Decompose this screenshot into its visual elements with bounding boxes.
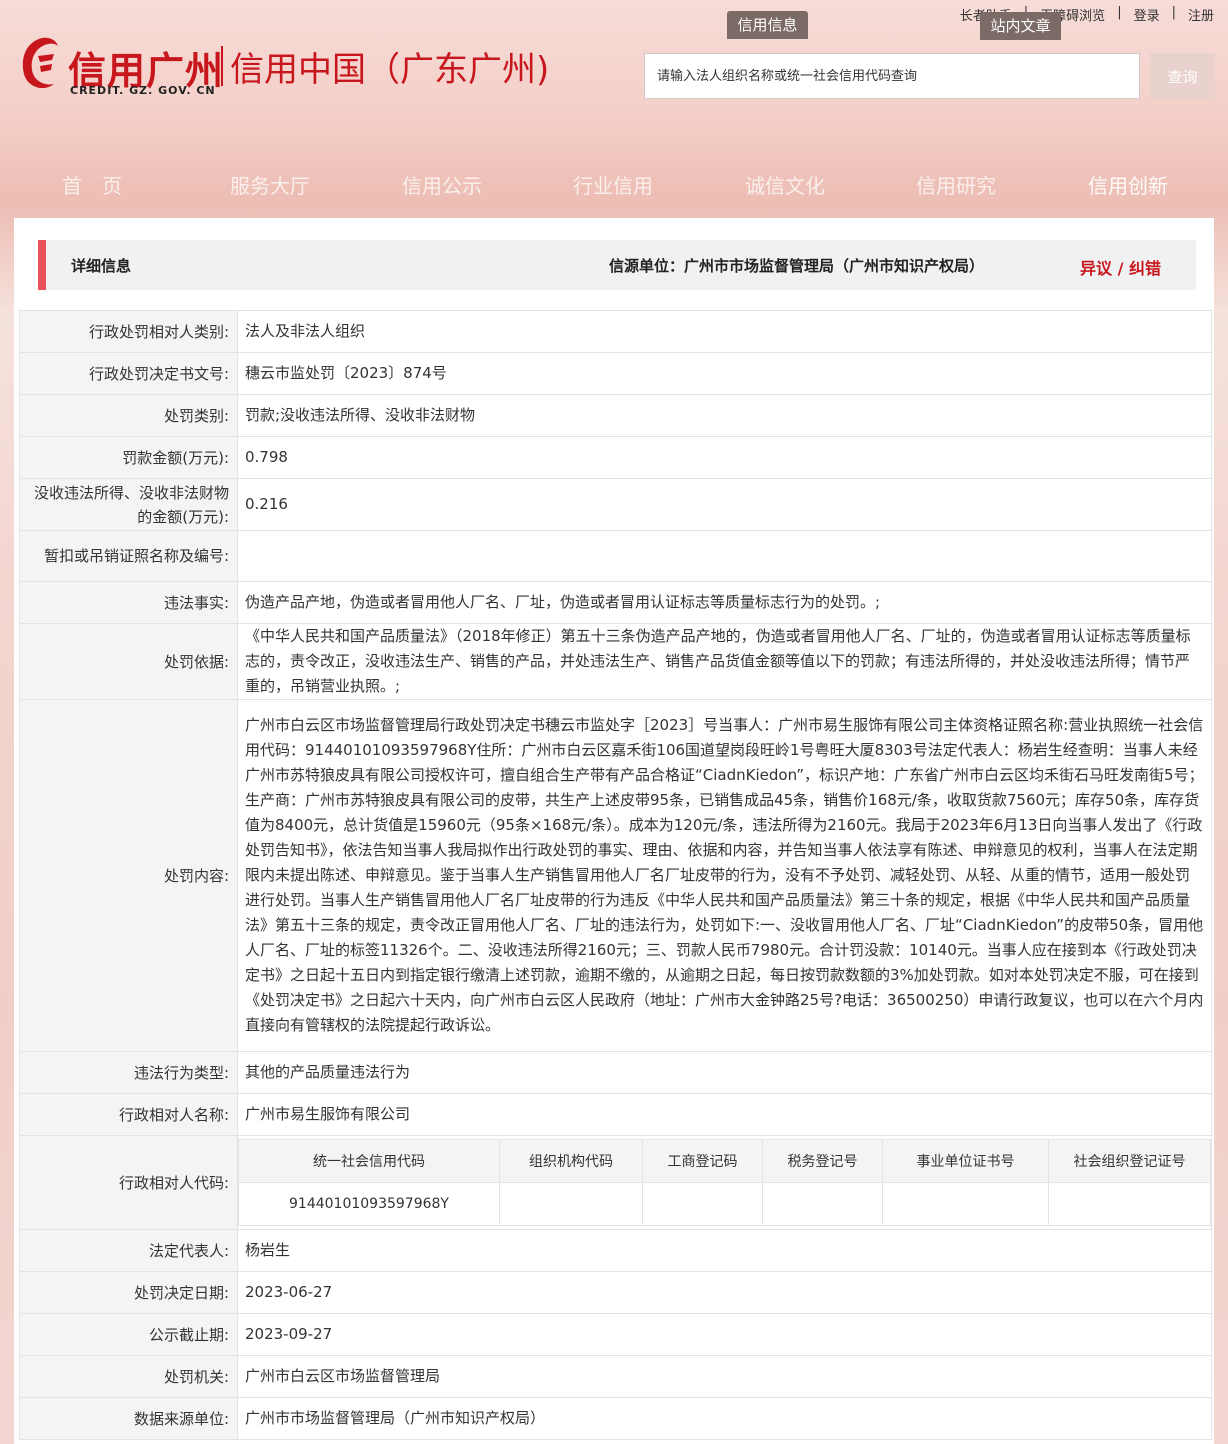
row-value: 杨岩生 [237, 1229, 1212, 1272]
detail-table: 行政处罚相对人类别: 法人及非法人组织 行政处罚决定书文号: 穗云市监处罚〔20… [19, 310, 1212, 1440]
table-row: 罚款金额(万元): 0.798 [19, 436, 1212, 479]
nav-service-hall[interactable]: 服务大厅 [230, 170, 310, 199]
row-label: 暂扣或吊销证照名称及编号: [19, 530, 238, 582]
table-row: 违法行为类型: 其他的产品质量违法行为 [19, 1051, 1212, 1094]
table-row: 数据来源单位: 广州市市场监督管理局（广州市知识产权局） [19, 1397, 1212, 1440]
code-table-cell: 统一社会信用代码 组织机构代码 工商登记码 税务登记号 事业单位证书号 社会组织… [237, 1135, 1212, 1230]
table-row: 处罚依据: 《中华人民共和国产品质量法》（2018年修正）第五十三条伪造产品产地… [19, 623, 1212, 700]
detail-card: 详细信息 信源单位：广州市市场监督管理局（广州市知识产权局） 异议 / 纠错 行… [14, 218, 1214, 1444]
row-value: 其他的产品质量违法行为 [237, 1051, 1212, 1094]
code-value [1048, 1182, 1211, 1226]
code-table: 统一社会信用代码 组织机构代码 工商登记码 税务登记号 事业单位证书号 社会组织… [238, 1139, 1211, 1226]
separator: | [1171, 5, 1176, 20]
row-value: 0.216 [237, 478, 1212, 531]
table-row: 行政相对人代码: 统一社会信用代码 组织机构代码 工商登记码 税务登记号 事业单… [19, 1135, 1212, 1230]
search-input[interactable] [644, 53, 1140, 99]
row-label: 处罚依据: [19, 623, 238, 700]
code-value [642, 1182, 763, 1226]
code-header: 事业单位证书号 [882, 1139, 1049, 1183]
code-header: 统一社会信用代码 [238, 1139, 500, 1183]
code-header: 税务登记号 [762, 1139, 883, 1183]
nav-industry-credit[interactable]: 行业信用 [573, 170, 653, 199]
row-label: 行政处罚相对人类别: [19, 310, 238, 353]
code-header: 工商登记码 [642, 1139, 763, 1183]
row-label: 处罚内容: [19, 699, 238, 1052]
row-value: 罚款;没收违法所得、没收非法财物 [237, 394, 1212, 437]
accent-bar [38, 240, 46, 290]
table-row: 行政处罚相对人类别: 法人及非法人组织 [19, 310, 1212, 353]
row-value: 2023-09-27 [237, 1313, 1212, 1356]
row-value: 0.798 [237, 436, 1212, 479]
logo-subtitle: 信用中国（广东广州) [230, 50, 550, 90]
table-row: 处罚决定日期: 2023-06-27 [19, 1271, 1212, 1314]
nav-credit-research[interactable]: 信用研究 [916, 170, 996, 199]
row-label: 违法事实: [19, 581, 238, 624]
code-value: 91440101093597968Y [238, 1182, 500, 1226]
row-value [237, 530, 1212, 582]
row-label: 处罚决定日期: [19, 1271, 238, 1314]
logo-domain: CREDIT. GZ. GOV. CN [70, 84, 216, 97]
nav-integrity-culture[interactable]: 诚信文化 [745, 170, 825, 199]
row-value: 广州市白云区市场监督管理局 [237, 1355, 1212, 1398]
objection-link[interactable]: 异议 / 纠错 [1080, 255, 1161, 279]
nav-credit-publicity[interactable]: 信用公示 [402, 170, 482, 199]
row-label: 处罚类别: [19, 394, 238, 437]
code-value [499, 1182, 643, 1226]
row-label: 处罚机关: [19, 1355, 238, 1398]
code-header: 社会组织登记证号 [1048, 1139, 1211, 1183]
table-row: 处罚内容: 广州市白云区市场监督管理局行政处罚决定书穗云市监处字［2023］号当… [19, 699, 1212, 1052]
code-header: 组织机构代码 [499, 1139, 643, 1183]
row-label: 法定代表人: [19, 1229, 238, 1272]
row-label: 行政相对人代码: [19, 1135, 238, 1230]
nav-home[interactable]: 首 页 [62, 170, 122, 199]
tab-credit-info[interactable]: 信用信息 [727, 11, 808, 39]
detail-title: 详细信息 [71, 257, 132, 275]
row-value: 《中华人民共和国产品质量法》（2018年修正）第五十三条伪造产品产地的，伪造或者… [237, 623, 1212, 700]
table-row: 行政处罚决定书文号: 穗云市监处罚〔2023〕874号 [19, 352, 1212, 395]
row-label: 行政处罚决定书文号: [19, 352, 238, 395]
code-value [762, 1182, 883, 1226]
row-label: 没收违法所得、没收非法财物的金额(万元): [19, 478, 238, 531]
code-value-row: 91440101093597968Y [238, 1182, 1211, 1226]
table-row: 违法事实: 伪造产品产地，伪造或者冒用他人厂名、厂址，伪造或者冒用认证标志等质量… [19, 581, 1212, 624]
table-row: 处罚机关: 广州市白云区市场监督管理局 [19, 1355, 1212, 1398]
row-value: 广州市白云区市场监督管理局行政处罚决定书穗云市监处字［2023］号当事人：广州市… [237, 699, 1212, 1052]
logo-brush-icon [22, 37, 58, 89]
tab-site-articles[interactable]: 站内文章 [980, 12, 1061, 40]
row-label: 公示截止期: [19, 1313, 238, 1356]
code-header-row: 统一社会信用代码 组织机构代码 工商登记码 税务登记号 事业单位证书号 社会组织… [238, 1139, 1211, 1183]
search-button[interactable]: 查询 [1150, 53, 1215, 99]
table-row: 公示截止期: 2023-09-27 [19, 1313, 1212, 1356]
main-nav: 首 页 服务大厅 信用公示 行业信用 诚信文化 信用研究 信用创新 [0, 170, 1228, 200]
table-row: 暂扣或吊销证照名称及编号: [19, 530, 1212, 582]
table-row: 没收违法所得、没收非法财物的金额(万元): 0.216 [19, 478, 1212, 531]
source-unit: 信源单位：广州市市场监督管理局（广州市知识产权局） [609, 257, 985, 275]
row-value: 广州市市场监督管理局（广州市知识产权局） [237, 1397, 1212, 1440]
table-row: 法定代表人: 杨岩生 [19, 1229, 1212, 1272]
row-value: 穗云市监处罚〔2023〕874号 [237, 352, 1212, 395]
logo-divider [221, 46, 223, 86]
login-link[interactable]: 登录 [1134, 5, 1160, 24]
detail-header: 详细信息 信源单位：广州市市场监督管理局（广州市知识产权局） 异议 / 纠错 [38, 240, 1196, 290]
row-label: 数据来源单位: [19, 1397, 238, 1440]
code-value [882, 1182, 1049, 1226]
row-value: 2023-06-27 [237, 1271, 1212, 1314]
row-value: 伪造产品产地，伪造或者冒用他人厂名、厂址，伪造或者冒用认证标志等质量标志行为的处… [237, 581, 1212, 624]
separator: | [1117, 5, 1122, 20]
table-row: 处罚类别: 罚款;没收违法所得、没收非法财物 [19, 394, 1212, 437]
row-label: 违法行为类型: [19, 1051, 238, 1094]
nav-credit-innovation[interactable]: 信用创新 [1088, 170, 1168, 199]
row-value: 法人及非法人组织 [237, 310, 1212, 353]
table-row: 行政相对人名称: 广州市易生服饰有限公司 [19, 1093, 1212, 1136]
row-label: 行政相对人名称: [19, 1093, 238, 1136]
register-link[interactable]: 注册 [1188, 5, 1214, 24]
row-value: 广州市易生服饰有限公司 [237, 1093, 1212, 1136]
row-label: 罚款金额(万元): [19, 436, 238, 479]
